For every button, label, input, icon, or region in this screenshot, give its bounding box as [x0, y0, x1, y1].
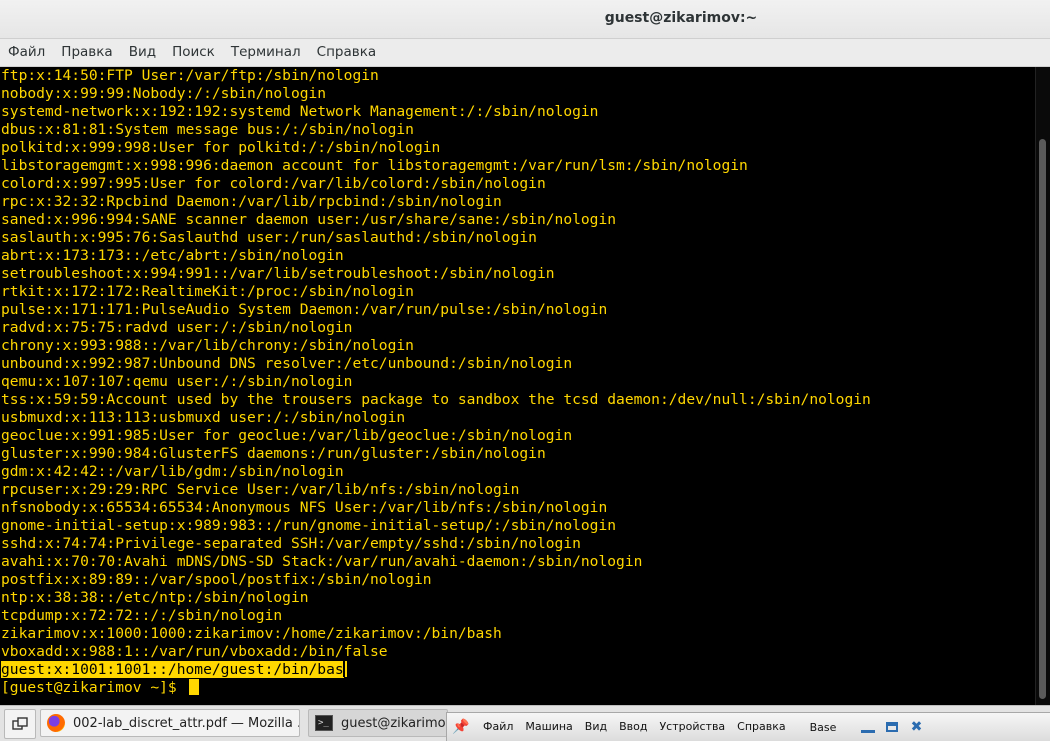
- terminal-line: geoclue:x:991:985:User for geoclue:/var/…: [1, 427, 573, 444]
- restore-button[interactable]: [883, 720, 901, 734]
- terminal-line: saned:x:996:994:SANE scanner daemon user…: [1, 211, 617, 228]
- block-cursor: [188, 679, 199, 695]
- terminal-line: rpc:x:32:32:Rpcbind Daemon:/var/lib/rpcb…: [1, 193, 502, 210]
- terminal-line: chrony:x:993:988::/var/lib/chrony:/sbin/…: [1, 337, 414, 354]
- menu-search[interactable]: Поиск: [164, 39, 223, 66]
- terminal-line: rpcuser:x:29:29:RPC Service User:/var/li…: [1, 481, 520, 498]
- terminal-line: pulse:x:171:171:PulseAudio System Daemon…: [1, 301, 608, 318]
- pin-icon[interactable]: 📌: [451, 719, 471, 735]
- terminal-line: polkitd:x:999:998:User for polkitd:/:/sb…: [1, 139, 441, 156]
- vbox-menu-machine[interactable]: Машина: [519, 713, 578, 741]
- terminal-line: ntp:x:38:38::/etc/ntp:/sbin/nologin: [1, 589, 309, 606]
- vbox-menu-file[interactable]: Файл: [477, 713, 519, 741]
- terminal-line: ftp:x:14:50:FTP User:/var/ftp:/sbin/nolo…: [1, 67, 379, 84]
- firefox-icon: [47, 714, 65, 732]
- host-key-label: Base: [809, 720, 837, 734]
- terminal-line: tcpdump:x:72:72::/:/sbin/nologin: [1, 607, 283, 624]
- menu-bar: Файл Правка Вид Поиск Терминал Справка: [0, 39, 1050, 67]
- terminal-line: sshd:x:74:74:Privilege-separated SSH:/va…: [1, 535, 581, 552]
- terminal-line: abrt:x:173:173::/etc/abrt:/sbin/nologin: [1, 247, 344, 264]
- terminal-selected-line[interactable]: guest:x:1001:1001::/home/guest:/bin/bas: [1, 661, 871, 679]
- terminal-icon: >_: [315, 715, 333, 731]
- close-icon: ✖: [910, 719, 923, 735]
- terminal-line: postfix:x:89:89::/var/spool/postfix:/sbi…: [1, 571, 432, 588]
- minimize-icon: [861, 729, 876, 733]
- close-button[interactable]: ✖: [907, 719, 925, 735]
- terminal-line: tss:x:59:59:Account used by the trousers…: [1, 391, 871, 408]
- terminal-line: gluster:x:990:984:GlusterFS daemons:/run…: [1, 445, 546, 462]
- virtualbox-toolbar: 📌 Файл Машина Вид Ввод Устройства Справк…: [446, 712, 1050, 741]
- terminal-prompt-line[interactable]: [guest@zikarimov ~]$: [1, 679, 871, 697]
- terminal-line: gdm:x:42:42::/var/lib/gdm:/sbin/nologin: [1, 463, 344, 480]
- terminal-line: gnome-initial-setup:x:989:983::/run/gnom…: [1, 517, 617, 534]
- vbox-menu-help[interactable]: Справка: [731, 713, 791, 741]
- terminal-line: unbound:x:992:987:Unbound DNS resolver:/…: [1, 355, 573, 372]
- terminal-scrollbar[interactable]: [1035, 67, 1050, 705]
- shell-prompt: [guest@zikarimov ~]$: [1, 679, 186, 696]
- vbox-menu-devices[interactable]: Устройства: [653, 713, 731, 741]
- selected-text: guest:x:1001:1001::/home/guest:/bin/bas: [1, 661, 344, 678]
- menu-view[interactable]: Вид: [121, 39, 164, 66]
- vbox-menu-input[interactable]: Ввод: [613, 713, 653, 741]
- windows-icon: [12, 717, 28, 730]
- menu-terminal[interactable]: Терминал: [223, 39, 309, 66]
- terminal-line: colord:x:997:995:User for colord:/var/li…: [1, 175, 546, 192]
- terminal-line: saslauth:x:995:76:Saslauthd user:/run/sa…: [1, 229, 537, 246]
- window-title: guest@zikarimov:~: [604, 10, 758, 26]
- terminal-line: radvd:x:75:75:radvd user:/:/sbin/nologin: [1, 319, 353, 336]
- terminal-line: rtkit:x:172:172:RealtimeKit:/proc:/sbin/…: [1, 283, 414, 300]
- taskbar-terminal-label: guest@zikarimov:~: [341, 715, 447, 731]
- terminal-line: nobody:x:99:99:Nobody:/:/sbin/nologin: [1, 85, 327, 102]
- terminal-area[interactable]: ftp:x:14:50:FTP User:/var/ftp:/sbin/nolo…: [0, 67, 1036, 705]
- window-titlebar[interactable]: guest@zikarimov:~: [0, 0, 1050, 39]
- terminal-output: ftp:x:14:50:FTP User:/var/ftp:/sbin/nolo…: [1, 67, 871, 697]
- vbox-menu-view[interactable]: Вид: [579, 713, 613, 741]
- terminal-line: usbmuxd:x:113:113:usbmuxd user:/:/sbin/n…: [1, 409, 406, 426]
- terminal-line: dbus:x:81:81:System message bus:/:/sbin/…: [1, 121, 414, 138]
- scrollbar-thumb[interactable]: [1039, 139, 1046, 699]
- menu-edit[interactable]: Правка: [53, 39, 120, 66]
- terminal-line: avahi:x:70:70:Avahi mDNS/DNS-SD Stack:/v…: [1, 553, 643, 570]
- menu-file[interactable]: Файл: [0, 39, 53, 66]
- terminal-line: qemu:x:107:107:qemu user:/:/sbin/nologin: [1, 373, 353, 390]
- terminal-line: zikarimov:x:1000:1000:zikarimov:/home/zi…: [1, 625, 502, 642]
- terminal-line: nfsnobody:x:65534:65534:Anonymous NFS Us…: [1, 499, 608, 516]
- menu-help[interactable]: Справка: [309, 39, 384, 66]
- terminal-line: vboxadd:x:988:1::/var/run/vboxadd:/bin/f…: [1, 643, 388, 660]
- minimize-button[interactable]: [859, 720, 877, 734]
- taskbar-firefox-button[interactable]: 002-lab_discret_attr.pdf — Mozilla ...: [40, 709, 300, 737]
- terminal-line: setroubleshoot:x:994:991::/var/lib/setro…: [1, 265, 555, 282]
- text-cursor-icon: [342, 661, 349, 677]
- taskbar-terminal-button[interactable]: >_ guest@zikarimov:~: [308, 709, 448, 737]
- show-desktop-button[interactable]: [4, 709, 36, 739]
- terminal-line: libstoragemgmt:x:998:996:daemon account …: [1, 157, 748, 174]
- taskbar-firefox-label: 002-lab_discret_attr.pdf — Mozilla ...: [73, 715, 300, 731]
- restore-icon: [886, 722, 899, 732]
- terminal-line: systemd-network:x:192:192:systemd Networ…: [1, 103, 599, 120]
